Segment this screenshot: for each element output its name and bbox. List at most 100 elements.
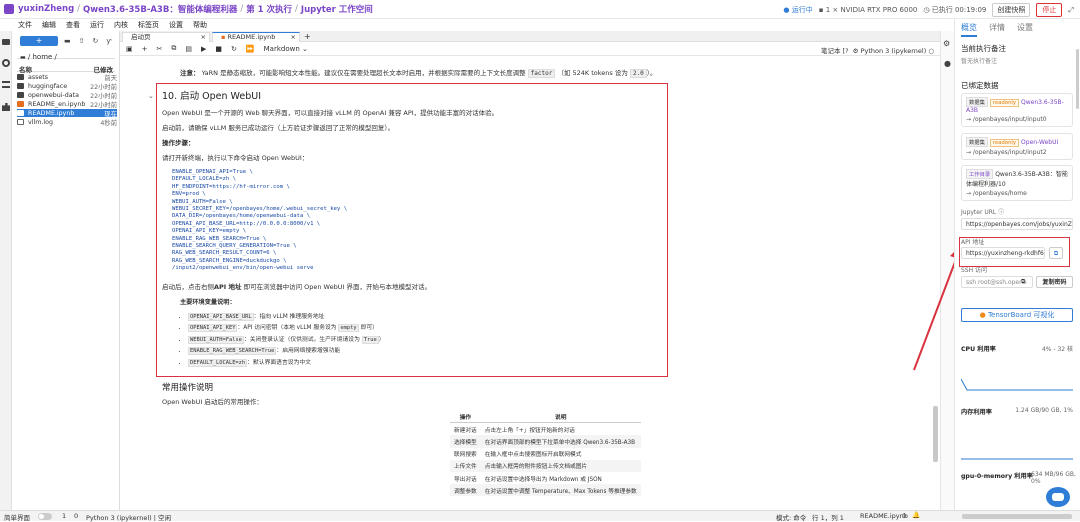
- refresh-icon[interactable]: ↻: [93, 37, 99, 45]
- menu-edit[interactable]: 编辑: [42, 20, 56, 30]
- copy-password-button[interactable]: 复制密码: [1036, 276, 1073, 288]
- menu-settings[interactable]: 设置: [169, 20, 183, 30]
- kernel-count[interactable]: 0: [74, 512, 78, 520]
- file-icon: [17, 119, 24, 125]
- run-icon[interactable]: ▶: [201, 45, 206, 53]
- folder-icon[interactable]: [2, 39, 10, 45]
- new-launcher-button[interactable]: +: [20, 36, 58, 46]
- menu-view[interactable]: 查看: [66, 20, 80, 30]
- list-item[interactable]: huggingface 22小时前: [17, 82, 117, 91]
- list-item[interactable]: openwebui-data 22小时前: [17, 91, 117, 100]
- kernel-indicator[interactable]: 笔记本 [? ⚙ Python 3 (ipykernel) ○: [821, 45, 934, 55]
- tab-launcher[interactable]: 启动页 ×: [122, 32, 210, 42]
- note-title: 当前执行备注: [961, 44, 1006, 53]
- note-text: 注意： YaRN 是静态缩放，可能影响短文本性能。建议仅在需要处理超长文本时启用…: [180, 69, 657, 78]
- collapse-chevron-icon[interactable]: ⌄: [148, 92, 154, 100]
- list-item[interactable]: README.ipynb 现在: [17, 109, 117, 118]
- new-folder-icon[interactable]: ▬: [64, 37, 71, 45]
- after-start-text: 启动后，点击右侧API 地址 即可在浏览器中访问 Open WebUI 界面，开…: [162, 282, 431, 291]
- list-item: ENABLE_RAG_WEB_SEARCH=True：启用网络搜索增强功能: [188, 345, 662, 356]
- jupyter-url-field[interactable]: https://openbayes.com/jobs/yuxinZ: [961, 218, 1073, 230]
- notification-count[interactable]: 0: [902, 512, 906, 520]
- env-title: 主要环境变量说明：: [180, 298, 236, 306]
- paste-icon[interactable]: ▤: [185, 45, 192, 53]
- close-icon[interactable]: ×: [291, 33, 296, 42]
- chat-support-icon[interactable]: [1046, 487, 1070, 507]
- table-header: 操作: [450, 410, 481, 424]
- stop-icon[interactable]: ■: [215, 45, 222, 53]
- status-filename: README.ipynb: [860, 512, 908, 520]
- menu-tabs[interactable]: 标签页: [138, 20, 159, 30]
- restart-icon[interactable]: ↻: [231, 45, 237, 53]
- cut-icon[interactable]: ✂: [157, 45, 163, 53]
- run-all-icon[interactable]: ⏩: [246, 45, 255, 53]
- property-inspector-icon[interactable]: ⚙: [943, 39, 950, 48]
- tab-readme[interactable]: ▪ README.ipynb ×: [212, 32, 300, 42]
- table-row: 新建对话 点击左上角「+」按钮开始新的对话: [454, 427, 575, 434]
- bell-icon[interactable]: 🔔: [912, 511, 920, 519]
- table-row: 上传文件 点击输入框旁的附件按钮上传文档或图片: [450, 459, 641, 472]
- status-badge: ● 运行中: [783, 6, 813, 14]
- tensorboard-button[interactable]: ● TensorBoard 可视化: [961, 308, 1073, 322]
- menu-run[interactable]: 运行: [90, 20, 104, 30]
- add-tab-button[interactable]: +: [304, 32, 311, 41]
- intro-text: Open WebUI 是一个开源的 Web 聊天界面，可以直接对接 vLLM 的…: [162, 109, 499, 117]
- folder-icon: [17, 92, 24, 98]
- tab-details[interactable]: 详情: [989, 22, 1005, 37]
- tab-settings[interactable]: 设置: [1017, 22, 1033, 37]
- debugger-icon[interactable]: ●: [944, 59, 951, 68]
- copy-icon[interactable]: ⧉: [1021, 278, 1025, 286]
- top-bar: yuxinZheng / Qwen3.6-35B-A3B：智能体编程利器 / 第…: [0, 0, 1080, 19]
- status-bar: 简单界面 1 0 Python 3 (ipykernel) | 空闲 模式: 命…: [0, 510, 1080, 522]
- notebook-scrollbar[interactable]: [933, 406, 938, 462]
- list-item: DEFAULT_LOCALE=zh：默认界面语言设为中文: [188, 357, 662, 368]
- running-icon[interactable]: [2, 59, 10, 67]
- breadcrumb-run[interactable]: 第 1 次执行: [246, 3, 292, 15]
- upload-icon[interactable]: ⇧: [79, 37, 85, 45]
- dataset-card[interactable]: 数据集 readonly Qwen3.6-35B-A3B → /openbayes/…: [961, 93, 1073, 127]
- terminal-count[interactable]: 1: [62, 512, 66, 520]
- menu-file[interactable]: 文件: [18, 20, 32, 30]
- list-item[interactable]: README_en.ipynb 22小时前: [17, 100, 117, 109]
- api-highlight-box: [959, 237, 1070, 267]
- list-item[interactable]: assets 前天: [17, 73, 117, 82]
- file-browser: + ▬ ⇧ ↻ ƴ ▬ / home / 名称 已修改 assets 前天 hug…: [12, 31, 120, 510]
- gear-icon[interactable]: ⚙: [853, 47, 859, 55]
- close-icon[interactable]: ×: [201, 33, 206, 42]
- menu-kernel[interactable]: 内核: [114, 20, 128, 30]
- current-path[interactable]: ▬ / home /: [20, 53, 57, 61]
- note-empty[interactable]: 暂无执行备注: [961, 56, 997, 65]
- stop-button[interactable]: 停止: [1036, 3, 1063, 17]
- git-icon[interactable]: ƴ: [106, 37, 111, 45]
- table-header: 说明: [480, 410, 641, 424]
- cell-type-select[interactable]: Markdown ⌄: [264, 45, 308, 53]
- extension-icon[interactable]: [2, 103, 10, 111]
- breadcrumb-project[interactable]: Qwen3.6-35B-A3B：智能体编程利器: [83, 3, 237, 15]
- list-item: OPENAI_API_KEY：API 访问密钥（本地 vLLM 服务设为 emp…: [188, 322, 662, 333]
- create-snapshot-button[interactable]: 创建快照: [992, 3, 1031, 17]
- memory-metric: 内存利用率 1.24 GB/90 GB, 1%: [961, 407, 1073, 416]
- elapsed-time: ◷ 已执行 00:19:09: [923, 6, 987, 14]
- insert-cell-icon[interactable]: +: [142, 45, 148, 53]
- breadcrumb-user[interactable]: yuxinZheng: [18, 4, 74, 14]
- cell-heading: 10. 启动 Open WebUI: [162, 91, 262, 102]
- gpu-info: ▪ 1 × NVIDIA RTX PRO 6000: [818, 6, 918, 14]
- notebook-content: 注意： YaRN 是静态缩放，可能影响短文本性能。建议仅在需要处理超长文本时启用…: [120, 56, 940, 510]
- table-row: 联网搜索 在输入框中点击搜索图标开启联网模式: [454, 452, 582, 459]
- expand-icon[interactable]: ⤢: [1068, 6, 1074, 15]
- list-icon[interactable]: [2, 81, 10, 88]
- panel-scrollbar[interactable]: [1076, 49, 1079, 109]
- tab-overview[interactable]: 概览: [961, 22, 977, 37]
- dataset-card[interactable]: 数据集 readonly Open-WebUI → /openbayes/input…: [961, 133, 1073, 160]
- copy-icon[interactable]: ⧉: [171, 44, 176, 53]
- activity-bar: [0, 31, 12, 510]
- ops-heading: 常用操作说明: [162, 383, 214, 393]
- save-icon[interactable]: ▣: [126, 45, 133, 53]
- folder-icon: [17, 74, 24, 80]
- workdir-card[interactable]: 工作目录 Qwen3.6-35B-A3B：智能体编程利器/10 → /openba…: [961, 165, 1073, 201]
- horizontal-scrollbar[interactable]: [962, 514, 1072, 519]
- simple-mode-toggle[interactable]: [38, 513, 52, 520]
- markdown-cell[interactable]: 10. 启动 Open WebUI Open WebUI 是一个开源的 Web …: [162, 86, 662, 369]
- menu-help[interactable]: 帮助: [193, 20, 207, 30]
- list-item[interactable]: vllm.log 4秒前: [17, 118, 117, 127]
